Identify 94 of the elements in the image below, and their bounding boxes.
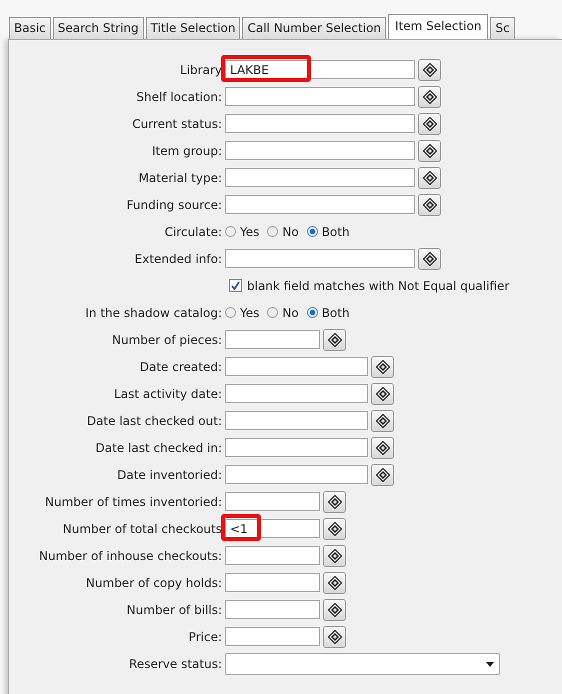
tab[interactable]: Sc — [490, 17, 515, 39]
input-field[interactable] — [225, 249, 415, 268]
input-field[interactable] — [225, 384, 368, 403]
tab[interactable]: Call Number Selection — [242, 17, 386, 39]
diamond-icon — [422, 252, 436, 266]
field-label: In the shadow catalog: — [84, 306, 223, 320]
input-field[interactable] — [225, 492, 320, 511]
diamond-icon — [422, 144, 436, 158]
field-label: Reserve status: — [128, 656, 223, 670]
lookup-button[interactable] — [418, 166, 441, 188]
diamond-icon — [422, 116, 436, 130]
field-label: Number of bills: — [126, 602, 223, 616]
tab[interactable]: Item Selection — [388, 14, 488, 39]
input-field[interactable] — [225, 168, 415, 187]
lookup-button[interactable] — [371, 410, 394, 432]
input-field[interactable] — [225, 141, 415, 160]
input-field[interactable] — [225, 114, 415, 133]
caret-icon — [486, 662, 494, 666]
field-label: Circulate: — [164, 224, 223, 238]
diamond-icon — [376, 360, 390, 374]
diamond-icon — [328, 602, 342, 616]
lookup-button[interactable] — [371, 464, 394, 486]
field-label: Funding source: — [126, 198, 223, 212]
input-field[interactable] — [225, 411, 368, 430]
lookup-button[interactable] — [323, 328, 346, 350]
field-label: Library — [179, 62, 223, 76]
field-label: Date created: — [138, 360, 223, 374]
diamond-icon — [422, 90, 436, 104]
field-label: Number of inhouse checkouts: — [38, 548, 223, 562]
checkbox-label: blank field matches with Not Equal qualifier — [247, 278, 510, 292]
lookup-button[interactable] — [418, 140, 441, 162]
diamond-icon — [376, 386, 390, 400]
field-label: Extended info: — [134, 252, 223, 266]
diamond-icon — [328, 630, 342, 644]
diamond-icon — [328, 522, 342, 536]
lookup-button[interactable] — [418, 194, 441, 216]
input-field[interactable] — [225, 357, 368, 376]
lookup-button[interactable] — [418, 112, 441, 134]
tab[interactable]: Basic — [9, 17, 51, 39]
tab[interactable]: Search String — [52, 17, 144, 39]
field-label: Number of pieces: — [110, 332, 223, 346]
diamond-icon — [376, 468, 390, 482]
radio-option[interactable]: Both — [306, 224, 350, 238]
diamond-icon — [328, 494, 342, 508]
field-label: Number of times inventoried: — [44, 494, 223, 508]
lookup-button[interactable] — [371, 436, 394, 458]
input-field[interactable] — [225, 465, 368, 484]
lookup-button[interactable] — [418, 248, 441, 270]
diamond-icon — [376, 440, 390, 454]
input-field[interactable] — [225, 546, 320, 565]
radio-option[interactable]: Yes — [225, 306, 260, 320]
diamond-icon — [328, 332, 342, 346]
input-field[interactable] — [225, 627, 320, 646]
field-label: Date last checked in: — [94, 440, 223, 454]
lookup-button[interactable] — [323, 490, 346, 512]
lookup-button[interactable] — [371, 356, 394, 378]
lookup-button[interactable] — [418, 86, 441, 108]
diamond-icon — [328, 576, 342, 590]
diamond-icon — [422, 62, 436, 76]
tab[interactable]: Title Selection — [146, 17, 240, 39]
input-field[interactable] — [225, 195, 415, 214]
field-label: Date last checked out: — [86, 414, 223, 428]
field-label: Material type: — [138, 170, 223, 184]
field-label: Item group: — [150, 144, 223, 158]
radio-option[interactable]: Both — [306, 306, 350, 320]
input-field[interactable]: <1 — [225, 519, 320, 538]
field-label: Current status: — [131, 116, 223, 130]
diamond-icon — [422, 198, 436, 212]
checkbox[interactable] — [229, 279, 242, 292]
field-label: Last activity date: — [113, 386, 223, 400]
diamond-icon — [328, 548, 342, 562]
field-label: Price: — [188, 630, 223, 644]
lookup-button[interactable] — [418, 58, 441, 80]
input-field[interactable] — [225, 330, 320, 349]
field-label: Number of copy holds: — [84, 576, 223, 590]
field-label: Shelf location: — [135, 90, 223, 104]
input-field[interactable] — [225, 87, 415, 106]
radio-option[interactable]: No — [267, 224, 299, 238]
lookup-button[interactable] — [323, 598, 346, 620]
diamond-icon — [376, 414, 390, 428]
radio-option[interactable]: Yes — [225, 224, 260, 238]
field-label: Number of total checkouts — [62, 522, 223, 536]
lookup-button[interactable] — [323, 544, 346, 566]
field-label: Date inventoried: — [116, 468, 223, 482]
input-field[interactable] — [225, 438, 368, 457]
input-field[interactable]: LAKBE — [225, 60, 415, 79]
input-field[interactable] — [225, 600, 320, 619]
lookup-button[interactable] — [323, 626, 346, 648]
lookup-button[interactable] — [323, 572, 346, 594]
diamond-icon — [422, 170, 436, 184]
lookup-button[interactable] — [323, 518, 346, 540]
radio-option[interactable]: No — [267, 306, 299, 320]
lookup-button[interactable] — [371, 382, 394, 404]
input-field[interactable] — [225, 573, 320, 592]
